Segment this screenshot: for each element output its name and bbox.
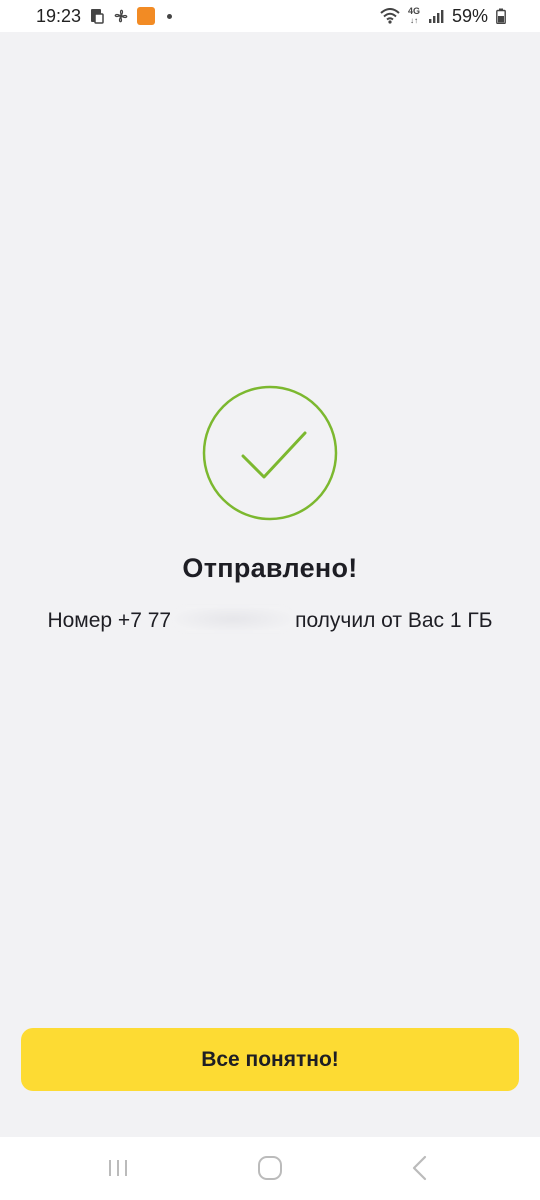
- status-bar-right: 4G ↓↑ 59%: [380, 6, 506, 27]
- result-message: Номер +7 77 получил от Вас 1 ГБ: [0, 606, 540, 633]
- tablet-icon: [89, 8, 105, 24]
- checkmark-circle-icon: [202, 385, 338, 521]
- redacted-number: [173, 606, 294, 633]
- status-bar-left: 19:23: [36, 5, 173, 27]
- back-icon: [412, 1155, 427, 1181]
- status-bar: 19:23 4G ↓↑ 59%: [0, 0, 540, 32]
- home-button[interactable]: [250, 1153, 290, 1183]
- message-suffix: получил от Вас 1 ГБ: [295, 609, 493, 632]
- network-type-label: 4G: [407, 6, 420, 16]
- network-4g-icon: 4G ↓↑: [407, 6, 420, 26]
- navigation-bar: [0, 1137, 540, 1200]
- dot-icon: [167, 13, 173, 19]
- recent-apps-button[interactable]: [98, 1153, 138, 1183]
- back-button[interactable]: [400, 1153, 440, 1183]
- status-time: 19:23: [36, 5, 82, 26]
- message-prefix: Номер +7 77: [47, 609, 172, 632]
- signal-icon: [428, 8, 444, 24]
- fan-icon: [113, 8, 129, 24]
- wifi-icon: [380, 8, 400, 24]
- network-arrows: ↓↑: [409, 16, 418, 25]
- confirm-button[interactable]: Все понятно!: [21, 1028, 519, 1091]
- app-notification-icon: [137, 7, 156, 25]
- page-title: Отправлено!: [182, 553, 358, 583]
- screen: 19:23 4G ↓↑ 59% Отправлено! Номер +7 77 …: [0, 0, 540, 1200]
- battery-icon: [496, 8, 506, 24]
- recent-apps-icon: [109, 1160, 127, 1176]
- home-icon: [258, 1156, 282, 1180]
- battery-percent: 59%: [451, 5, 488, 26]
